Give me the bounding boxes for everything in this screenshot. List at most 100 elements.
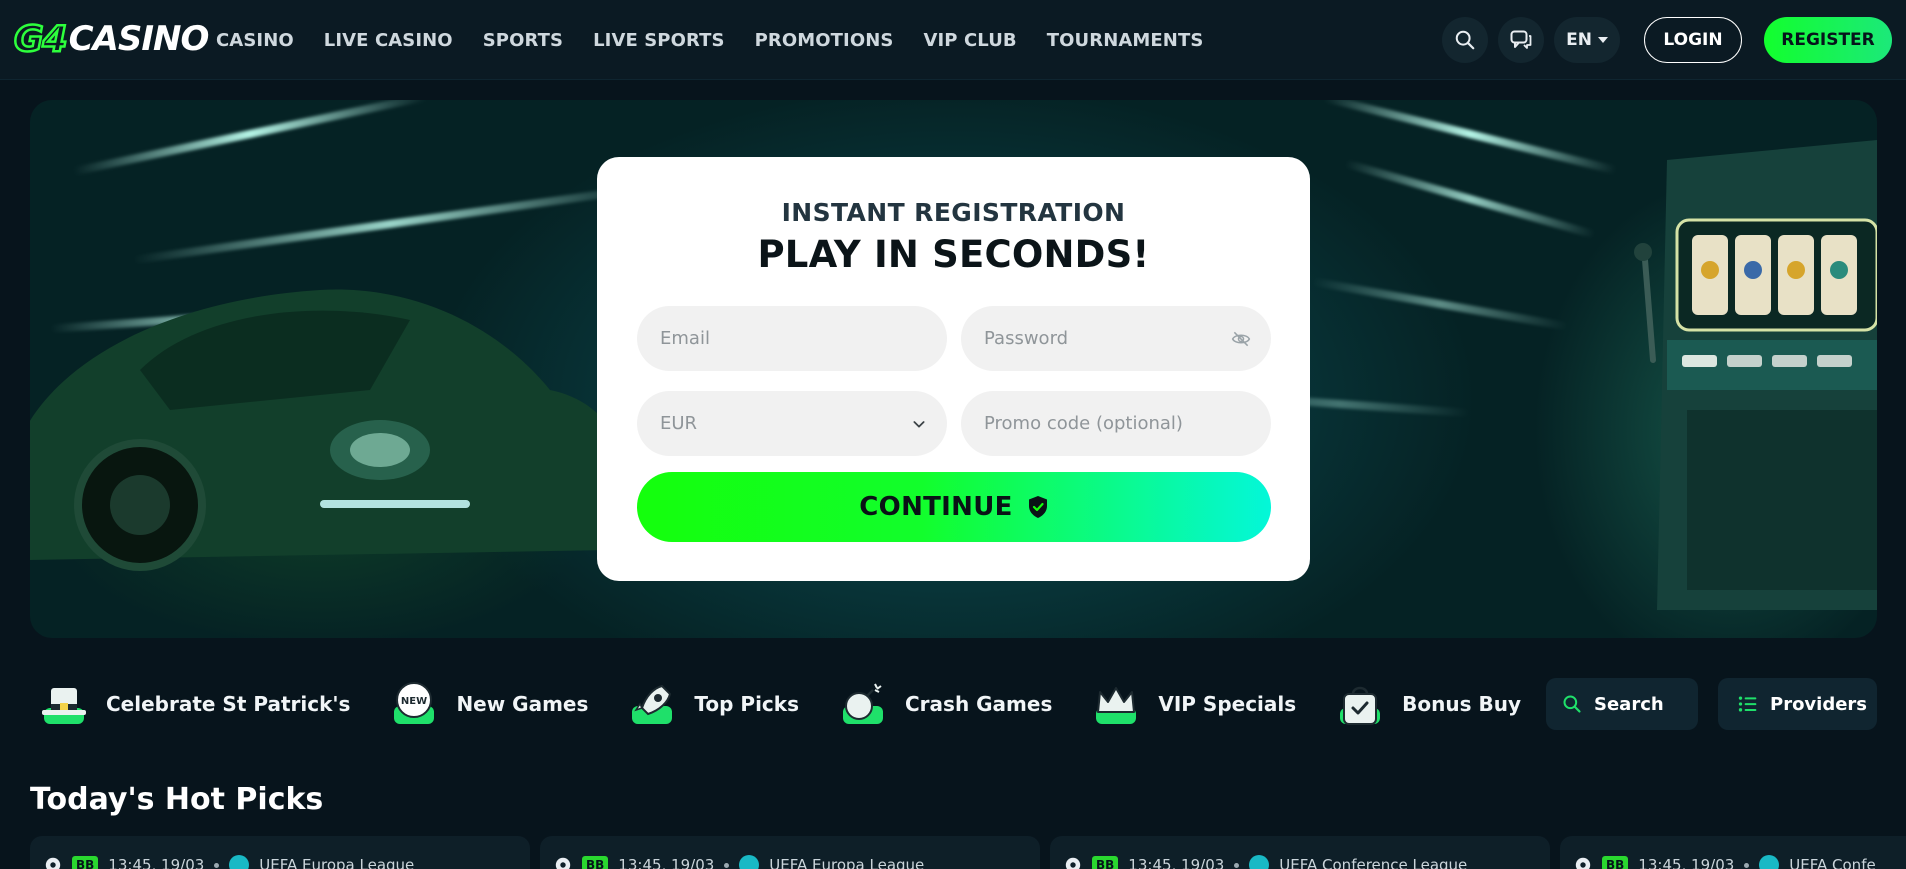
email-field[interactable]: Email	[637, 306, 947, 371]
hero-banner: INSTANT REGISTRATION PLAY IN SECONDS! Em…	[30, 100, 1877, 638]
search-icon	[1455, 30, 1475, 50]
separator-dot	[1234, 862, 1240, 868]
match-badge: BB	[72, 856, 99, 869]
providers-label: Providers	[1770, 693, 1868, 715]
match-meta: BB 13:45, 19/03 UEFA Confe	[1574, 855, 1876, 869]
top-header: G4 CASINO CASINO LIVE CASINO SPORTS LIVE…	[0, 0, 1906, 80]
separator-dot	[1744, 862, 1750, 868]
shield-check-icon	[1028, 496, 1047, 518]
continue-label: CONTINUE	[859, 492, 1013, 522]
slot-machine-illustration	[1634, 140, 1877, 610]
match-card[interactable]: BB 13:45, 19/03 UEFA Europa League	[30, 836, 530, 869]
category-top-picks[interactable]: Top Picks	[626, 678, 799, 730]
nav-tournaments[interactable]: TOURNAMENTS	[1047, 30, 1204, 51]
email-placeholder: Email	[660, 328, 710, 349]
separator-dot	[214, 862, 220, 868]
globe-icon	[739, 855, 760, 869]
providers-button[interactable]: Providers	[1718, 678, 1877, 730]
soccer-ball-icon	[45, 857, 61, 869]
language-label: EN	[1566, 30, 1592, 50]
category-label: Celebrate St Patrick's	[106, 692, 351, 716]
new-badge-icon: NEW	[394, 682, 435, 724]
category-row: Celebrate St Patrick's NEW New Games Top…	[38, 674, 1619, 734]
games-search-button[interactable]: Search	[1546, 678, 1698, 730]
nav-live-sports[interactable]: LIVE SPORTS	[593, 30, 725, 51]
svg-text:NEW: NEW	[401, 696, 427, 707]
match-badge: BB	[1602, 856, 1629, 869]
login-button[interactable]: LOGIN	[1644, 17, 1742, 63]
password-placeholder: Password	[984, 328, 1069, 349]
search-icon	[1563, 695, 1581, 713]
registration-card: INSTANT REGISTRATION PLAY IN SECONDS! Em…	[597, 157, 1310, 581]
site-logo[interactable]: G4 CASINO	[13, 17, 210, 61]
register-button[interactable]: REGISTER	[1764, 17, 1892, 63]
match-time: 13:45, 19/03	[618, 856, 715, 869]
header-actions: EN LOGIN REGISTER	[1442, 17, 1892, 63]
chat-icon	[1510, 30, 1532, 49]
search-label: Search	[1594, 693, 1664, 715]
category-label: New Games	[456, 692, 589, 716]
currency-value: EUR	[660, 413, 698, 434]
match-league: UEFA Europa League	[259, 856, 415, 869]
match-card[interactable]: BB 13:45, 19/03 UEFA Confe	[1560, 836, 1906, 869]
crown-icon	[1096, 687, 1137, 724]
category-label: Bonus Buy	[1402, 692, 1522, 716]
bomb-icon	[843, 683, 883, 724]
registration-title: PLAY IN SECONDS!	[757, 233, 1150, 276]
caret-down-icon	[1598, 37, 1608, 43]
search-button[interactable]	[1442, 17, 1489, 63]
nav-casino[interactable]: CASINO	[216, 30, 294, 51]
promo-placeholder: Promo code (optional)	[984, 413, 1183, 434]
list-icon	[1738, 696, 1757, 712]
light-streak	[1323, 100, 1617, 175]
category-bonus-buy[interactable]: Bonus Buy	[1334, 678, 1521, 730]
globe-icon	[229, 855, 250, 869]
shopping-bag-icon	[1340, 686, 1381, 725]
sports-car-illustration	[30, 289, 622, 571]
category-vip-specials[interactable]: VIP Specials	[1090, 678, 1296, 730]
logo-casino: CASINO	[68, 19, 210, 59]
soccer-ball-icon	[1575, 857, 1591, 869]
category-crash-games[interactable]: Crash Games	[837, 678, 1052, 730]
leprechaun-hat-icon	[42, 688, 86, 724]
soccer-ball-icon	[1065, 857, 1081, 869]
nav-promotions[interactable]: PROMOTIONS	[755, 30, 894, 51]
light-streak	[1343, 159, 1597, 239]
promo-code-field[interactable]: Promo code (optional)	[961, 391, 1271, 456]
match-time: 13:45, 19/03	[1128, 856, 1225, 869]
registration-kicker: INSTANT REGISTRATION	[781, 198, 1126, 227]
match-card[interactable]: BB 13:45, 19/03 UEFA Conference League	[1050, 836, 1550, 869]
continue-button[interactable]: CONTINUE	[637, 472, 1271, 542]
match-badge: BB	[582, 856, 609, 869]
nav-sports[interactable]: SPORTS	[483, 30, 563, 51]
password-field[interactable]: Password	[961, 306, 1271, 371]
main-nav: CASINO LIVE CASINO SPORTS LIVE SPORTS PR…	[216, 0, 1203, 80]
match-meta: BB 13:45, 19/03 UEFA Europa League	[44, 855, 414, 869]
match-time: 13:45, 19/03	[108, 856, 205, 869]
globe-icon	[1249, 855, 1270, 869]
separator-dot	[724, 862, 730, 868]
language-selector[interactable]: EN	[1554, 17, 1620, 63]
chat-button[interactable]	[1498, 17, 1545, 63]
light-streak	[73, 100, 427, 176]
logo-g4: G4	[13, 17, 69, 61]
match-card[interactable]: BB 13:45, 19/03 UEFA Europa League	[540, 836, 1040, 869]
rocket-icon	[632, 684, 673, 724]
chevron-down-icon	[913, 420, 925, 428]
hot-picks-title: Today's Hot Picks	[30, 782, 324, 817]
match-league: UEFA Europa League	[769, 856, 925, 869]
globe-icon	[1759, 855, 1780, 869]
light-streak	[1311, 277, 1569, 331]
category-celebrate-st-patricks[interactable]: Celebrate St Patrick's	[38, 678, 350, 730]
category-new-games[interactable]: NEW New Games	[388, 678, 588, 730]
nav-vip-club[interactable]: VIP CLUB	[923, 30, 1016, 51]
match-league: UEFA Conference League	[1279, 856, 1468, 869]
soccer-ball-icon	[555, 857, 571, 869]
category-label: VIP Specials	[1158, 692, 1297, 716]
category-label: Top Picks	[694, 692, 799, 716]
nav-live-casino[interactable]: LIVE CASINO	[324, 30, 453, 51]
currency-select[interactable]: EUR	[637, 391, 947, 456]
match-league: UEFA Confe	[1789, 856, 1876, 869]
eye-off-icon[interactable]	[1231, 329, 1251, 349]
match-time: 13:45, 19/03	[1638, 856, 1735, 869]
